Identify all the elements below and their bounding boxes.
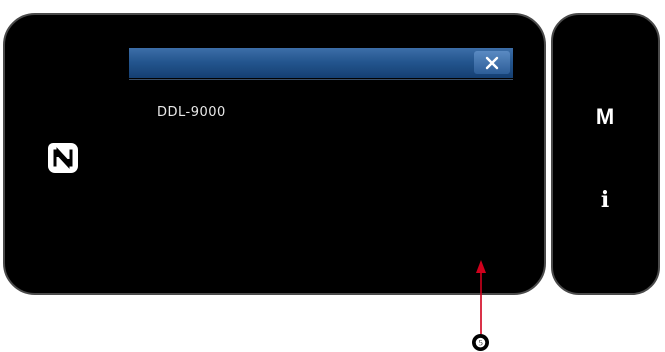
- titlebar-divider: [129, 79, 513, 80]
- callout-arrow: [476, 260, 486, 334]
- popup-titlebar: [129, 48, 513, 78]
- nfc-logo[interactable]: TM: [47, 142, 82, 174]
- close-button[interactable]: [474, 51, 510, 74]
- close-icon: [485, 56, 499, 69]
- mode-button[interactable]: M: [582, 97, 628, 137]
- svg-text:TM: TM: [76, 144, 79, 148]
- info-button[interactable]: i: [582, 180, 628, 220]
- side-button-panel: [551, 13, 660, 295]
- callout-number-badge: ❺: [472, 334, 489, 351]
- model-info-popup: DDL-9000: [129, 48, 513, 276]
- nfc-n-mark-icon: TM: [48, 143, 82, 173]
- model-name-label: DDL-9000: [157, 105, 226, 120]
